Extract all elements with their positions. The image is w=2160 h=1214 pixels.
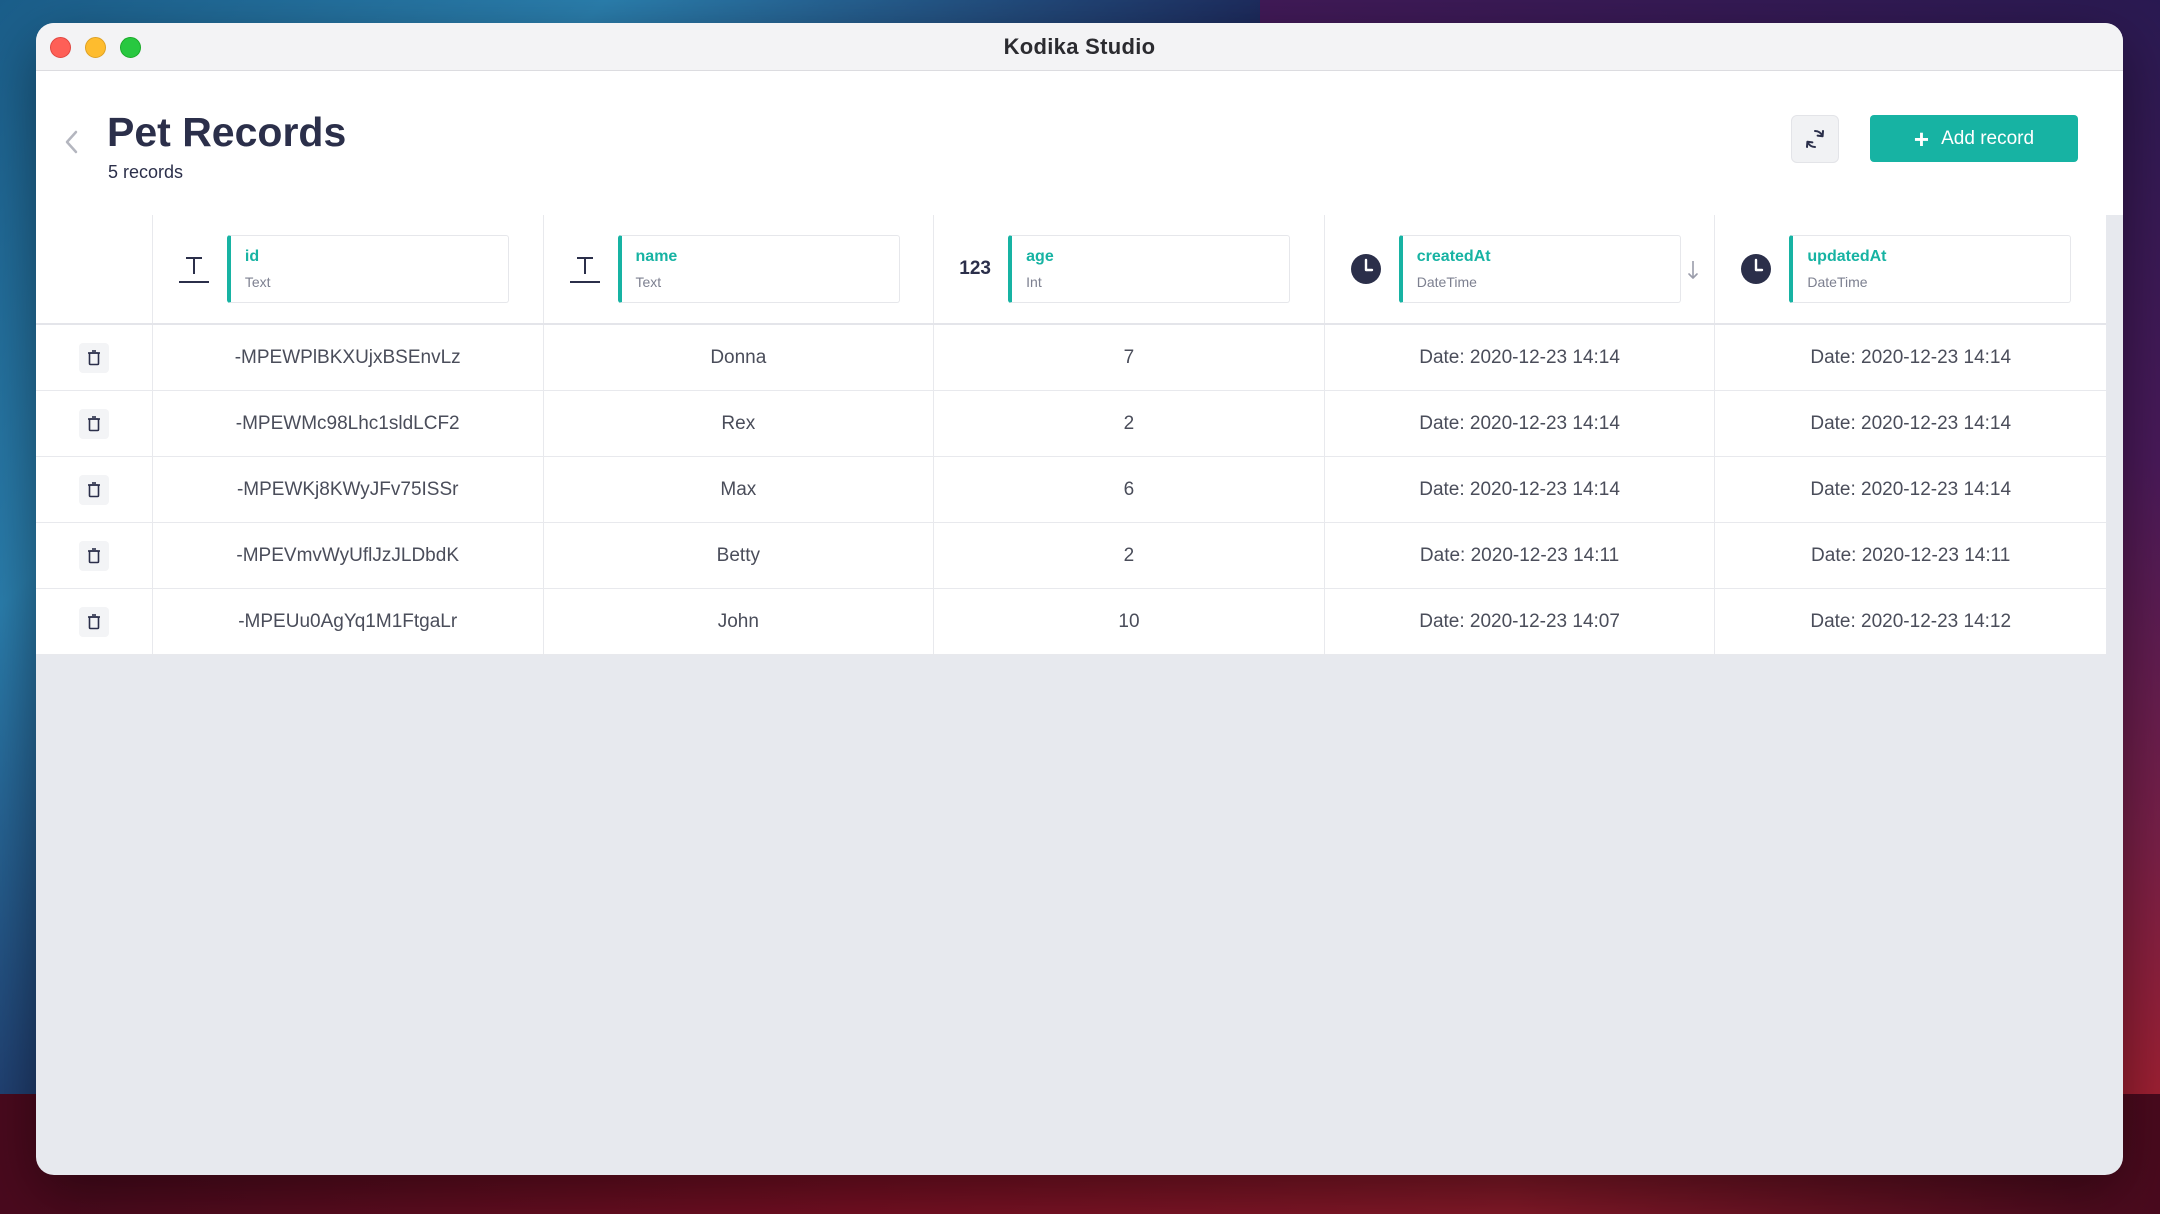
zoom-window-button[interactable] [120, 37, 141, 58]
field-card-updatedAt: updatedAt DateTime [1789, 235, 2072, 303]
cell-age[interactable]: 10 [1118, 611, 1139, 633]
table-row[interactable]: -MPEVmvWyUflJzJLDbdK Betty 2 Date: 2020-… [36, 523, 2106, 589]
back-chevron-icon[interactable] [62, 127, 82, 157]
cell-createdAt[interactable]: Date: 2020-12-23 14:14 [1419, 347, 1620, 369]
page-header: Pet Records 5 records + Add record [36, 71, 2123, 215]
window-title: Kodika Studio [1003, 33, 1156, 59]
cell-name[interactable]: Donna [710, 347, 766, 369]
cell-age[interactable]: 7 [1124, 347, 1135, 369]
column-header-age[interactable]: 123 age Int [934, 215, 1325, 323]
cell-name[interactable]: Max [720, 479, 756, 501]
cell-name[interactable]: John [718, 611, 759, 633]
field-card-createdAt: createdAt DateTime [1398, 235, 1681, 303]
field-card-id: id Text [226, 235, 509, 303]
cell-age[interactable]: 2 [1124, 413, 1135, 435]
trash-icon [87, 547, 100, 563]
cell-age[interactable]: 6 [1124, 479, 1135, 501]
delete-row-button[interactable] [78, 540, 109, 571]
sort-descending-icon[interactable] [1686, 259, 1700, 281]
delete-row-button[interactable] [78, 474, 109, 505]
trash-icon [87, 415, 100, 431]
add-record-button[interactable]: + Add record [1870, 115, 2078, 162]
column-header-createdAt[interactable]: createdAt DateTime [1325, 215, 1716, 323]
trash-icon [87, 349, 100, 365]
cell-id[interactable]: -MPEWKj8KWyJFv75ISSr [237, 479, 459, 501]
clock-icon [1345, 248, 1387, 290]
text-type-icon [173, 248, 215, 290]
table-row[interactable]: -MPEUu0AgYq1M1FtgaLr John 10 Date: 2020-… [36, 589, 2106, 655]
delete-row-button[interactable] [78, 606, 109, 637]
refresh-button[interactable] [1791, 115, 1839, 163]
cell-updatedAt[interactable]: Date: 2020-12-23 14:12 [1810, 611, 2011, 633]
cell-createdAt[interactable]: Date: 2020-12-23 14:07 [1419, 611, 1620, 633]
trash-icon [87, 613, 100, 629]
field-card-name: name Text [617, 235, 900, 303]
page-title: Pet Records [107, 109, 347, 155]
plus-icon: + [1913, 123, 1930, 154]
field-card-age: age Int [1008, 235, 1291, 303]
cell-id[interactable]: -MPEVmvWyUflJzJLDbdK [236, 545, 459, 567]
cell-updatedAt[interactable]: Date: 2020-12-23 14:11 [1811, 545, 2010, 567]
close-window-button[interactable] [50, 37, 71, 58]
trash-icon [87, 481, 100, 497]
text-type-icon [564, 248, 606, 290]
cell-createdAt[interactable]: Date: 2020-12-23 14:14 [1419, 479, 1620, 501]
table-header-row: id Text name Text 123 age Int createdAt … [36, 215, 2106, 325]
table-row[interactable]: -MPEWPlBKXUjxBSEnvLz Donna 7 Date: 2020-… [36, 325, 2106, 391]
column-header-updatedAt[interactable]: updatedAt DateTime [1715, 215, 2106, 323]
cell-id[interactable]: -MPEWPlBKXUjxBSEnvLz [235, 347, 461, 369]
column-header-name[interactable]: name Text [544, 215, 935, 323]
cell-name[interactable]: Rex [721, 413, 755, 435]
record-count: 5 records [108, 162, 184, 182]
cell-age[interactable]: 2 [1124, 545, 1135, 567]
cell-id[interactable]: -MPEUu0AgYq1M1FtgaLr [238, 611, 457, 633]
header-spacer [36, 215, 153, 323]
table-row[interactable]: -MPEWKj8KWyJFv75ISSr Max 6 Date: 2020-12… [36, 457, 2106, 523]
cell-updatedAt[interactable]: Date: 2020-12-23 14:14 [1810, 347, 2011, 369]
refresh-icon [1806, 130, 1824, 148]
table-row[interactable]: -MPEWMc98Lhc1sldLCF2 Rex 2 Date: 2020-12… [36, 391, 2106, 457]
column-header-id[interactable]: id Text [153, 215, 544, 323]
cell-updatedAt[interactable]: Date: 2020-12-23 14:14 [1810, 479, 2011, 501]
number-type-icon: 123 [959, 258, 991, 279]
cell-id[interactable]: -MPEWMc98Lhc1sldLCF2 [236, 413, 460, 435]
minimize-window-button[interactable] [85, 37, 106, 58]
cell-createdAt[interactable]: Date: 2020-12-23 14:11 [1420, 545, 1619, 567]
cell-name[interactable]: Betty [717, 545, 760, 567]
delete-row-button[interactable] [78, 342, 109, 373]
window-controls [50, 37, 141, 58]
delete-row-button[interactable] [78, 408, 109, 439]
add-record-label: Add record [1941, 127, 2035, 149]
title-bar: Kodika Studio [36, 23, 2123, 71]
clock-icon [1735, 248, 1777, 290]
cell-updatedAt[interactable]: Date: 2020-12-23 14:14 [1810, 413, 2011, 435]
app-window: Kodika Studio Pet Records 5 records + Ad… [36, 23, 2123, 1175]
cell-createdAt[interactable]: Date: 2020-12-23 14:14 [1419, 413, 1620, 435]
records-table: id Text name Text 123 age Int createdAt … [36, 215, 2106, 655]
